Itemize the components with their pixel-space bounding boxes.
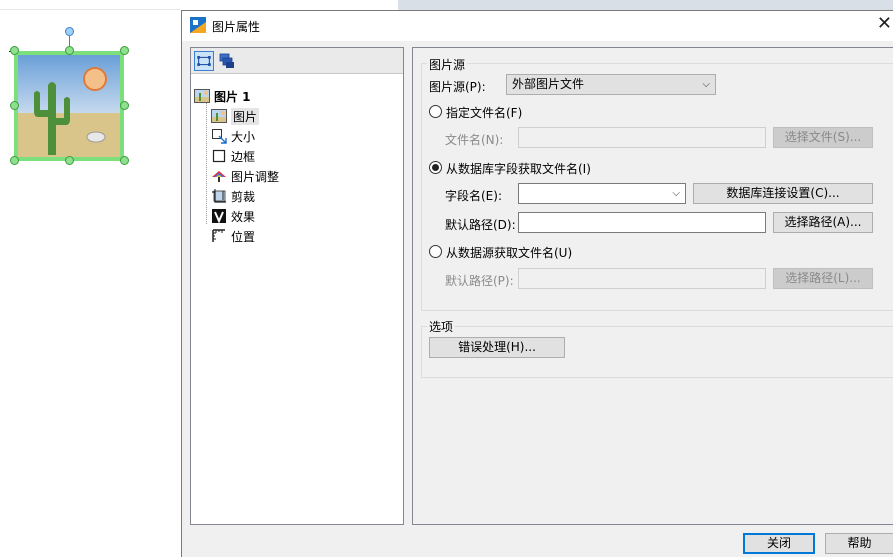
tree-item-border[interactable]: 边框 <box>211 147 255 165</box>
help-button[interactable]: 帮助 <box>825 533 893 554</box>
select-file-button[interactable]: 选择文件(S)... <box>773 127 873 148</box>
picture-icon <box>211 109 227 123</box>
resize-icon <box>212 129 227 144</box>
position-icon <box>212 229 225 242</box>
chevron-down-icon: ⌵ <box>672 188 680 199</box>
tree-root-picture-1[interactable]: 图片 1 <box>194 87 251 105</box>
picture-icon <box>194 89 210 103</box>
tree-item-size[interactable]: 大小 <box>211 127 255 145</box>
effect-icon <box>212 209 226 224</box>
field-name-select[interactable]: ⌵ <box>518 183 686 204</box>
resize-handle-bottom[interactable] <box>65 156 74 165</box>
resize-handle-top[interactable] <box>65 46 74 55</box>
tree-item-label: 大小 <box>231 129 256 144</box>
tree-item-picture-adjust[interactable]: 图片调整 <box>211 167 279 185</box>
resize-handle-bottom-left[interactable] <box>10 156 19 165</box>
radio-specify-filename[interactable] <box>429 105 442 118</box>
ds-default-path-input[interactable] <box>518 268 766 289</box>
dialog-title: 图片属性 <box>212 20 261 34</box>
options-group-title: 选项 <box>427 318 456 335</box>
tree-item-label: 位置 <box>231 229 256 244</box>
tree-item-picture[interactable]: 图片 <box>211 107 260 125</box>
picture-source-value: 外部图片文件 <box>512 77 585 91</box>
tree-item-label: 效果 <box>231 209 256 224</box>
canvas-ruler-line <box>0 9 180 10</box>
ds-default-path-label: 默认路径(P): <box>445 274 514 288</box>
tree-item-label: 边框 <box>231 149 256 164</box>
filename-input[interactable] <box>518 127 766 148</box>
crop-icon <box>212 189 226 203</box>
tree-item-position[interactable]: 位置 <box>211 227 255 245</box>
nav-toolbar <box>191 48 403 74</box>
filename-label: 文件名(N): <box>445 133 504 147</box>
tree-item-crop[interactable]: 剪裁 <box>211 187 255 205</box>
chevron-down-icon: ⌵ <box>702 79 710 90</box>
dialog-titlebar[interactable]: 图片属性 ✕ <box>182 11 893 41</box>
resize-handle-bottom-right[interactable] <box>120 156 129 165</box>
ds-select-path-button[interactable]: 选择路径(L)... <box>773 268 873 289</box>
layers-icon[interactable] <box>217 51 237 71</box>
specify-filename-label[interactable]: 指定文件名(F) <box>446 104 522 121</box>
db-connection-settings-button[interactable]: 数据库连接设置(C)... <box>693 183 873 204</box>
tree-item-label: 图片调整 <box>231 169 280 184</box>
select-path-button[interactable]: 选择路径(A)... <box>773 212 873 233</box>
resize-handle-top-left[interactable] <box>10 46 19 55</box>
resize-handle-right[interactable] <box>120 101 129 110</box>
default-path-input[interactable] <box>518 212 766 233</box>
selected-picture-object[interactable] <box>14 51 124 161</box>
picture-source-group-title: 图片源 <box>427 56 468 73</box>
error-handling-button[interactable]: 错误处理(H)... <box>429 337 565 358</box>
tree-item-label: 剪裁 <box>231 189 256 204</box>
border-icon <box>212 149 226 163</box>
radio-from-db-field[interactable] <box>429 161 442 174</box>
background-window-strip <box>398 0 893 10</box>
tree-item-effect[interactable]: 效果 <box>211 207 255 225</box>
app-logo-icon <box>190 17 206 33</box>
tree-connector <box>206 94 207 224</box>
field-name-label: 字段名(E): <box>445 189 502 203</box>
picture-properties-dialog: 图片属性 ✕ 图片 1 图片 大小 边框 图片调整 剪裁 效果 位置 图片源 图… <box>181 10 893 557</box>
from-db-field-label[interactable]: 从数据库字段获取文件名(I) <box>446 160 591 177</box>
tree-item-label: 图片 1 <box>214 89 251 104</box>
default-path-label: 默认路径(D): <box>445 218 516 232</box>
rotation-handle[interactable] <box>65 27 74 36</box>
color-adjust-icon <box>212 171 226 182</box>
picture-source-label: 图片源(P): <box>429 80 486 94</box>
tree-item-label: 图片 <box>231 107 260 125</box>
property-nav-pane: 图片 1 图片 大小 边框 图片调整 剪裁 效果 位置 <box>190 47 404 525</box>
picture-source-select[interactable]: 外部图片文件 ⌵ <box>506 74 716 95</box>
close-icon[interactable]: ✕ <box>877 14 892 34</box>
from-datasource-label[interactable]: 从数据源获取文件名(U) <box>446 244 572 261</box>
object-select-icon[interactable] <box>194 51 214 71</box>
resize-handle-top-right[interactable] <box>120 46 129 55</box>
radio-from-datasource[interactable] <box>429 245 442 258</box>
property-content-pane: 图片源 图片源(P): 外部图片文件 ⌵ 指定文件名(F) 文件名(N): 选择… <box>412 47 893 525</box>
desert-cactus-image <box>18 55 120 157</box>
close-button[interactable]: 关闭 <box>743 533 815 554</box>
resize-handle-left[interactable] <box>10 101 19 110</box>
